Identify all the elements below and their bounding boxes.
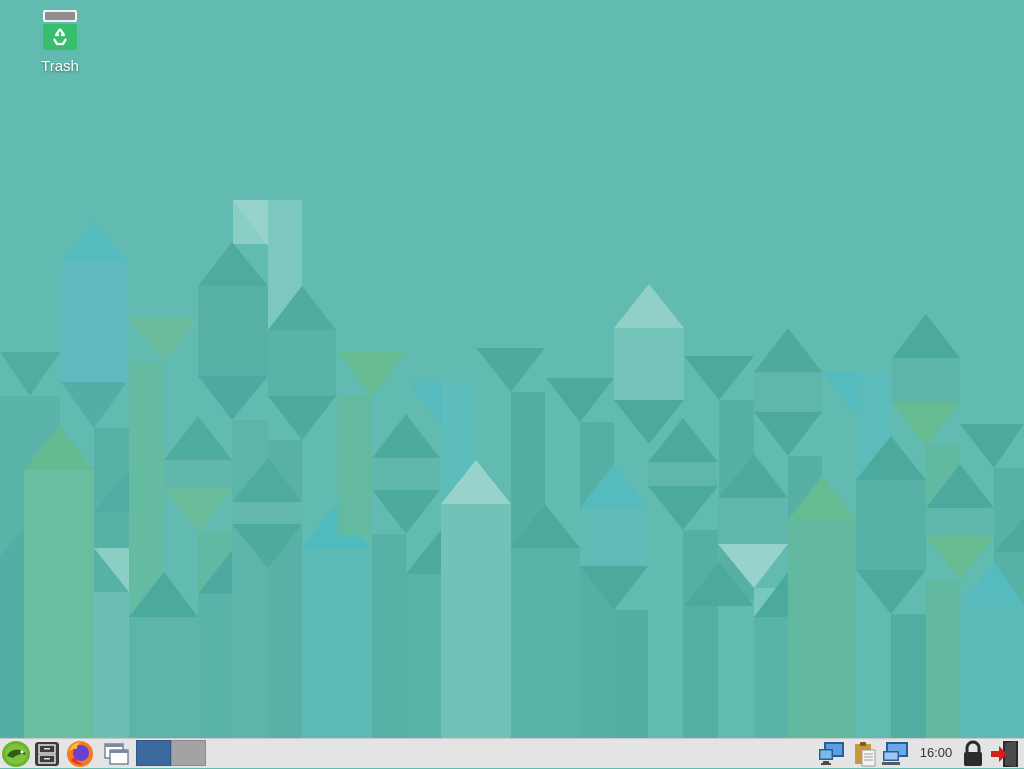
- opensuse-chameleon-icon: [2, 741, 30, 767]
- workspace-1[interactable]: [136, 740, 171, 766]
- clipboard-icon: [855, 742, 876, 767]
- trash-label: Trash: [41, 58, 79, 75]
- workspace-pager: [136, 740, 206, 768]
- main-menu-button[interactable]: [1, 740, 31, 768]
- show-desktop-button[interactable]: [101, 740, 131, 768]
- clock[interactable]: 16:00: [914, 739, 958, 769]
- tray-clipboard[interactable]: [850, 740, 880, 768]
- logout-button[interactable]: [990, 740, 1020, 768]
- web-browser-button[interactable]: [65, 740, 95, 768]
- network-icon: [819, 742, 844, 765]
- lock-screen-button[interactable]: [958, 740, 988, 768]
- firefox-icon: [67, 741, 93, 767]
- lock-icon: [964, 740, 982, 766]
- tray-display[interactable]: [882, 740, 912, 768]
- windows-icon: [104, 743, 129, 765]
- file-manager-button[interactable]: [32, 740, 62, 768]
- trash-icon: [43, 10, 77, 50]
- file-cabinet-icon: [35, 742, 59, 766]
- desktop-icon-trash[interactable]: Trash: [28, 8, 92, 75]
- workspace-2[interactable]: [171, 740, 206, 766]
- display-icon: [882, 742, 908, 765]
- wallpaper: [0, 0, 1024, 738]
- tray-network[interactable]: [818, 740, 848, 768]
- logout-icon: [991, 741, 1018, 767]
- taskbar: 16:00: [0, 738, 1024, 768]
- desktop[interactable]: Trash: [0, 0, 1024, 738]
